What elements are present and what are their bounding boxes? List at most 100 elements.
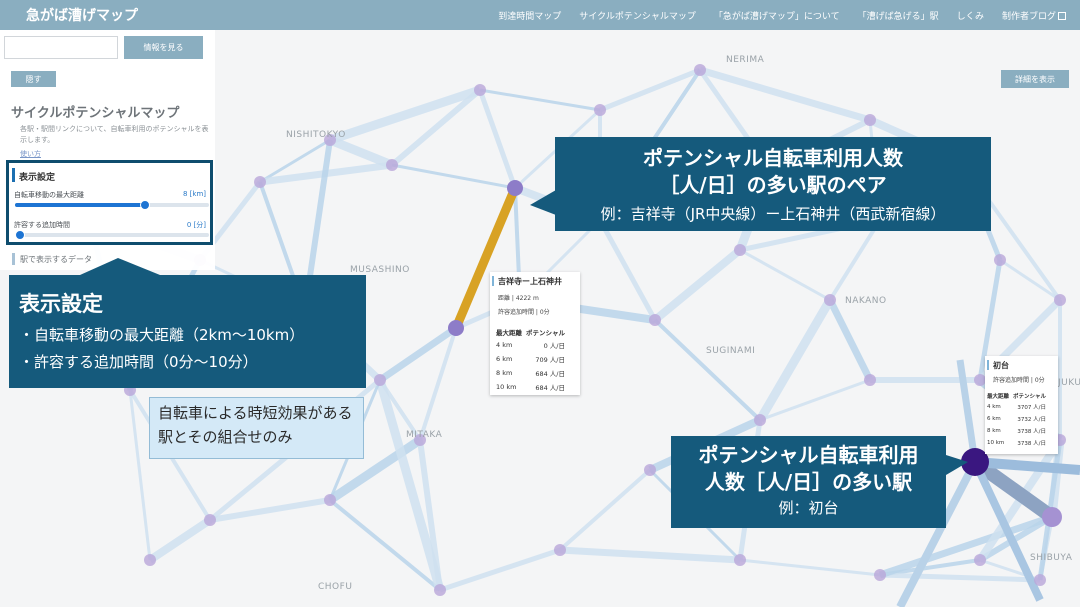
table-header-row: 最大距離 ポテンシャル	[496, 327, 569, 340]
allowed-time-label: 許容する追加時間	[14, 221, 70, 229]
station-node[interactable]	[864, 114, 876, 126]
panel-title: サイクルポテンシャルマップ	[11, 106, 180, 121]
station-node[interactable]	[824, 294, 836, 306]
show-info-button[interactable]: 情報を見る	[124, 36, 203, 59]
station-node[interactable]	[374, 374, 386, 386]
station-link[interactable]	[999, 258, 1061, 302]
nav-cycle-potential-map[interactable]: サイクルポテンシャルマップ	[579, 9, 696, 22]
station-link[interactable]	[328, 135, 394, 170]
popup-allowed-time: 許容追加時間 | 0分	[498, 309, 550, 316]
station-link[interactable]	[652, 246, 743, 324]
station-link[interactable]	[477, 89, 518, 189]
station-node[interactable]	[434, 584, 446, 596]
station-link[interactable]	[956, 359, 979, 463]
station-link[interactable]	[439, 547, 561, 593]
nav-stations[interactable]: 「漕げば急げる」駅	[858, 9, 939, 22]
station-node[interactable]	[754, 414, 766, 426]
station-link[interactable]	[699, 66, 871, 124]
cell: 0 人/日	[543, 342, 565, 350]
station-node[interactable]	[554, 544, 566, 556]
table-row: 4 km 3707 人/日	[987, 403, 1050, 415]
station-node[interactable]	[1042, 507, 1062, 527]
station-node[interactable]	[649, 314, 661, 326]
station-link[interactable]	[147, 516, 213, 564]
station-node[interactable]	[448, 320, 464, 336]
popup-accent-bar	[987, 360, 989, 370]
hide-panel-button[interactable]: 隠す	[11, 71, 56, 87]
station-node[interactable]	[734, 554, 746, 566]
station-link[interactable]	[828, 218, 882, 302]
table-row: 6 km 709 人/日	[496, 354, 569, 368]
station-node[interactable]	[864, 374, 876, 386]
station-node[interactable]	[994, 254, 1006, 266]
station-node[interactable]	[204, 514, 216, 526]
station-node[interactable]	[144, 554, 156, 566]
max-distance-slider-fill	[15, 203, 145, 207]
pair-callout-example: 例：吉祥寺（JR中央線）ー上石神井（西武新宿線）	[600, 205, 946, 223]
usage-link[interactable]: 使い方	[20, 149, 41, 159]
table-row: 4 km 0 人/日	[496, 340, 569, 354]
col-header: 最大距離	[987, 394, 1010, 400]
station-popup: 初台 許容追加時間 | 0分 最大距離 ポテンシャル 4 km 3707 人/日 6…	[985, 356, 1058, 454]
station-link[interactable]	[653, 318, 762, 422]
nav-travel-time-map[interactable]: 到達時間マップ	[498, 9, 561, 22]
cell: 8 km	[496, 369, 513, 377]
popup-table: 最大距離 ポテンシャル 4 km 0 人/日 6 km 709 人/日 8 km 684…	[496, 327, 569, 396]
max-distance-label: 自転車移動の最大距離	[14, 191, 84, 199]
station-link[interactable]	[739, 558, 881, 577]
map-label: SUGINAMI	[706, 346, 756, 356]
map-label: NAKANO	[845, 296, 887, 306]
station-node[interactable]	[594, 104, 606, 116]
station-node[interactable]	[694, 64, 706, 76]
station-node[interactable]	[507, 180, 523, 196]
station-node[interactable]	[324, 494, 336, 506]
station-link[interactable]	[739, 248, 831, 302]
map-label: MITAKA	[406, 430, 443, 440]
allowed-time-slider[interactable]	[15, 230, 209, 240]
station-link[interactable]	[558, 468, 652, 552]
station-link[interactable]	[479, 88, 601, 112]
station-node[interactable]	[254, 176, 266, 188]
station-link[interactable]	[879, 572, 1041, 583]
popup-accent-bar	[492, 276, 494, 286]
cell: 709 人/日	[535, 356, 565, 364]
max-distance-slider[interactable]	[15, 200, 209, 210]
station-node[interactable]	[974, 554, 986, 566]
station-node[interactable]	[874, 569, 886, 581]
cell: 684 人/日	[535, 370, 565, 378]
settings-callout-item1: ・自転車移動の最大距離（2km〜10km）	[19, 326, 305, 344]
station-link[interactable]	[826, 298, 874, 382]
station-link[interactable]	[378, 325, 458, 383]
station-node[interactable]	[644, 464, 656, 476]
max-distance-value: 8 [km]	[182, 190, 206, 198]
settings-accent-bar	[12, 168, 15, 182]
station-node[interactable]	[386, 159, 398, 171]
station-data-heading: 駅で表示するデータ	[20, 255, 92, 264]
station-callout-line2: 人数［人/日］の多い駅	[704, 470, 913, 494]
station-node[interactable]	[474, 84, 486, 96]
allowed-time-slider-thumb[interactable]	[15, 230, 25, 240]
popup-allowed-time: 許容追加時間 | 0分	[993, 377, 1045, 384]
settings-callout: 表示設定 ・自転車移動の最大距離（2km〜10km） ・許容する追加時間（0分〜…	[9, 275, 366, 388]
station-link[interactable]	[756, 297, 834, 423]
station-search-input[interactable]	[4, 36, 118, 59]
station-link[interactable]	[328, 85, 482, 145]
map-label: MUSASHINO	[350, 265, 410, 275]
app-title[interactable]: 急がば漕げマップ	[26, 5, 480, 25]
station-link[interactable]	[597, 218, 658, 322]
station-node[interactable]	[1054, 294, 1066, 306]
nav-how-it-works[interactable]: しくみ	[957, 9, 984, 22]
max-distance-slider-thumb[interactable]	[139, 200, 150, 210]
station-node[interactable]	[734, 244, 746, 256]
table-row: 8 km 3738 人/日	[987, 427, 1050, 439]
nav-author-blog[interactable]: 制作者ブログ	[1002, 9, 1066, 22]
side-panel: 情報を見る 隠す サイクルポテンシャルマップ 各駅・駅間リンクについて、自転車利…	[0, 30, 215, 270]
show-details-button[interactable]: 詳細を表示	[1001, 70, 1069, 88]
station-node[interactable]	[1034, 574, 1046, 586]
table-row: 10 km 3738 人/日	[987, 439, 1050, 451]
nav-about[interactable]: 「急がば漕げマップ」について	[714, 9, 840, 22]
col-header: ポテンシャル	[1013, 394, 1047, 400]
col-header: 最大距離	[496, 329, 522, 337]
station-link[interactable]	[391, 163, 516, 190]
station-link[interactable]	[559, 546, 741, 564]
